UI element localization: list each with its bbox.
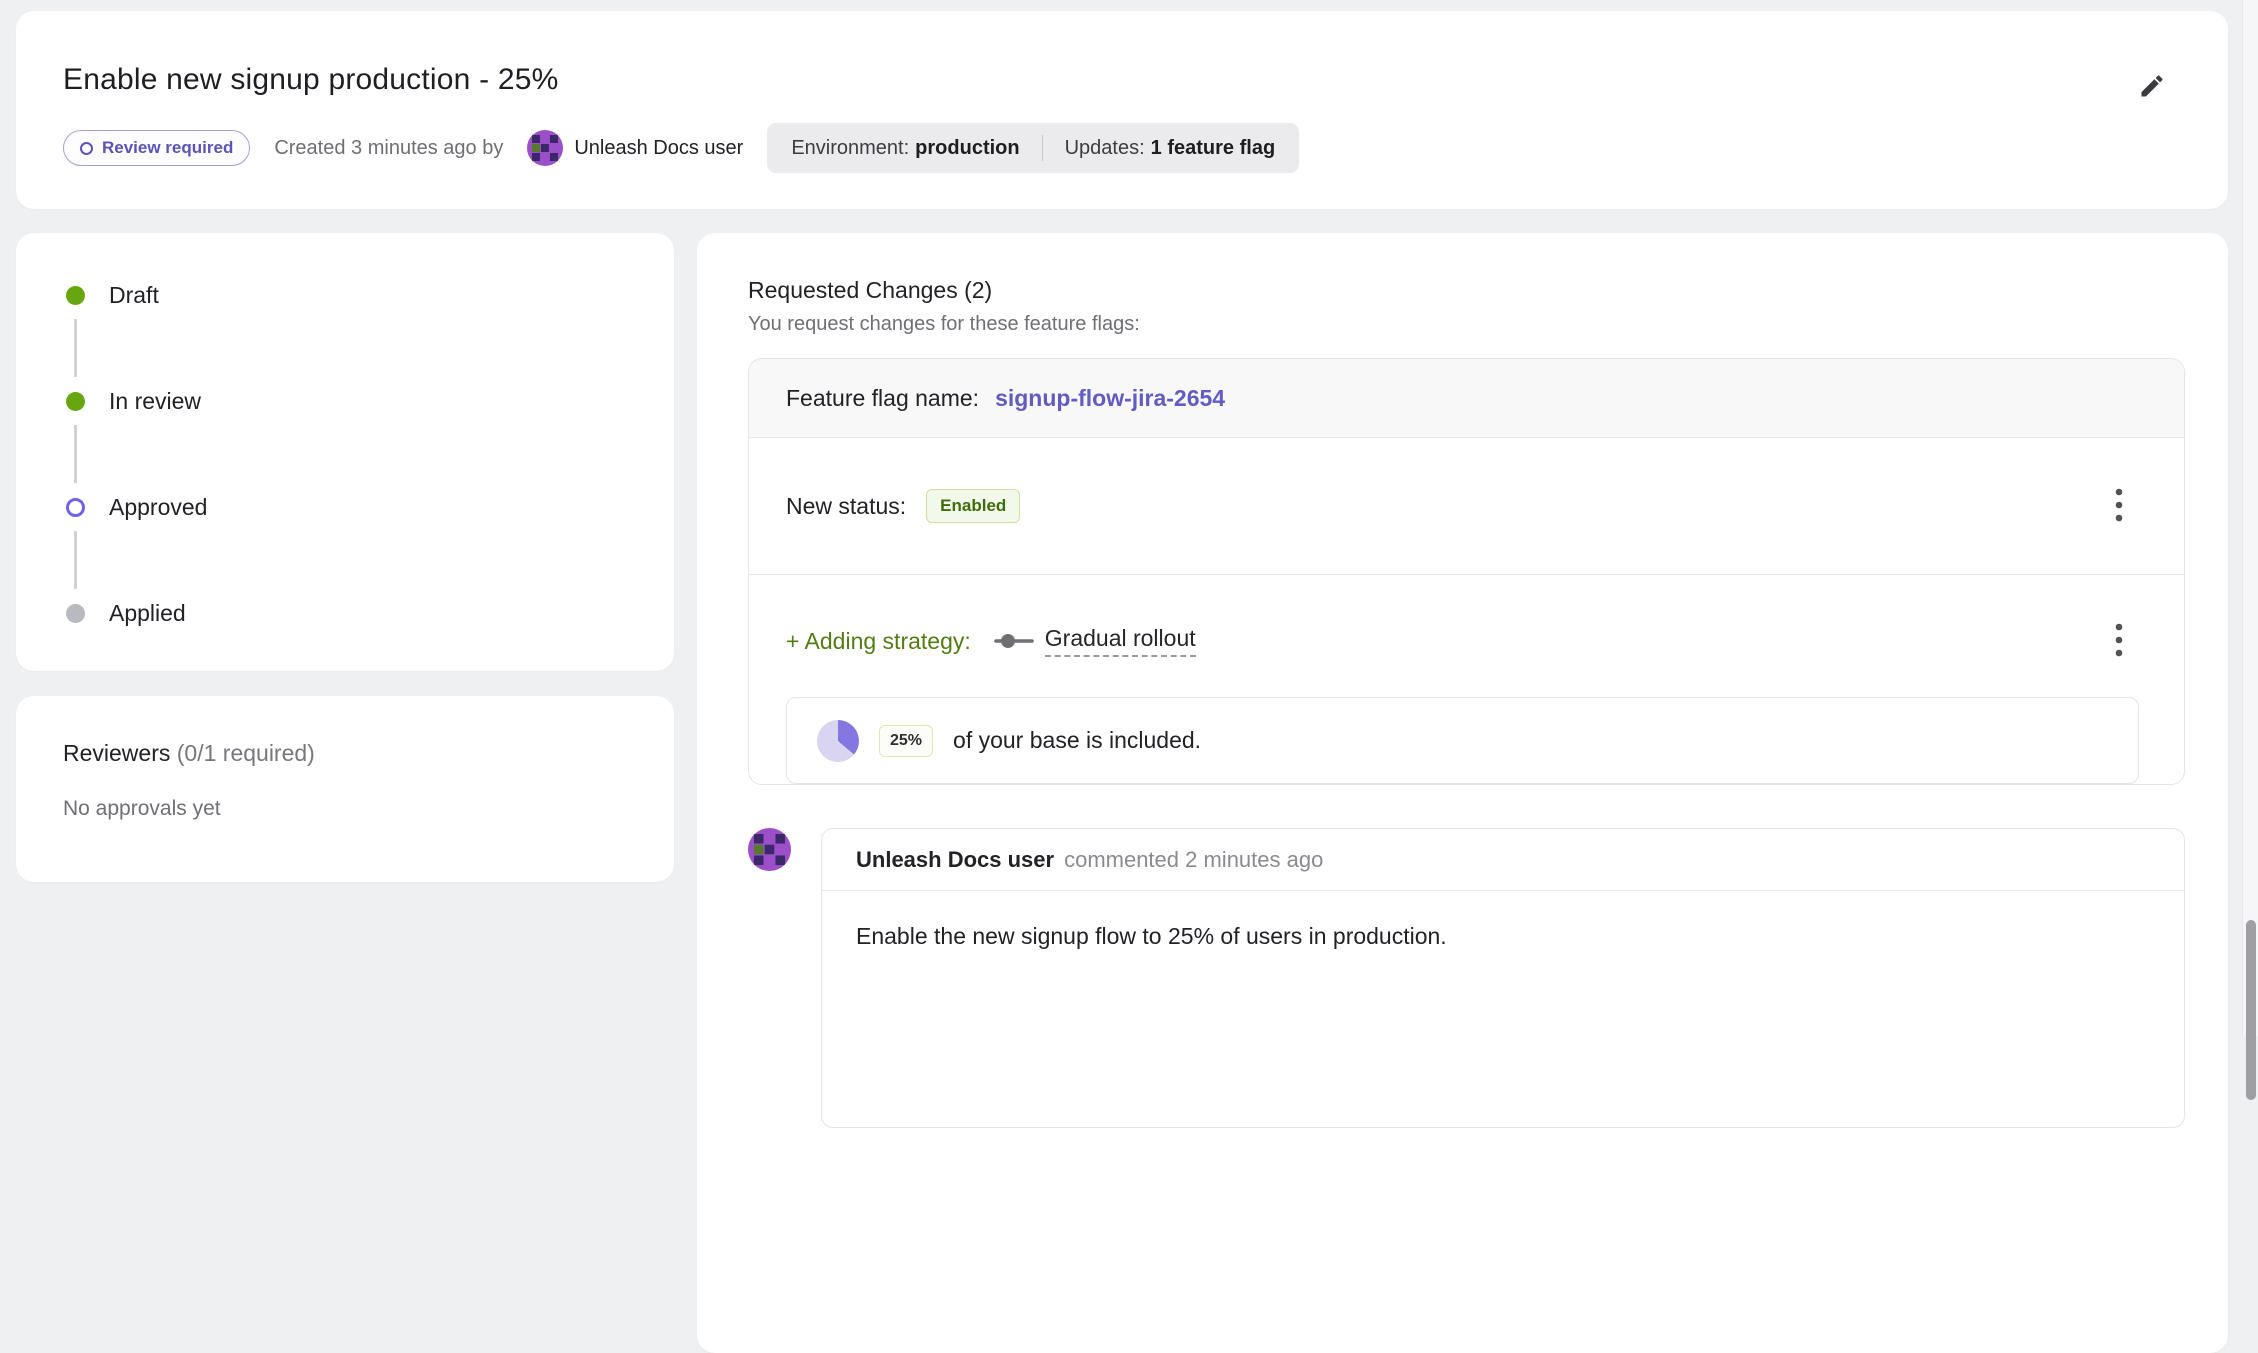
vertical-divider [1042, 135, 1043, 161]
author-name: Unleash Docs user [574, 137, 743, 160]
strategy-name-link[interactable]: Gradual rollout [1045, 625, 1196, 657]
timeline-step-label: In review [109, 388, 201, 415]
new-status-label: New status: [786, 493, 906, 520]
step-pending-dot-icon [66, 604, 85, 623]
rollout-percentage-badge: 25% [879, 725, 933, 757]
flag-header-row: Feature flag name: signup-flow-jira-2654 [749, 359, 2184, 438]
created-text: Created 3 minutes ago by [274, 137, 503, 160]
timeline-step-approved: Approved [66, 493, 674, 521]
step-done-dot-icon [66, 286, 85, 305]
environment-label: Environment: [791, 137, 909, 159]
kebab-icon [2115, 488, 2123, 525]
strategy-section: + Adding strategy: Gradual rollout 25% o… [749, 575, 2184, 784]
requested-changes-subtitle: You request changes for these feature fl… [748, 313, 2185, 336]
author-group: Unleash Docs user [527, 130, 743, 166]
header-meta-row: Review required Created 3 minutes ago by… [63, 123, 2168, 173]
comment-box: Unleash Docs user commented 2 minutes ag… [821, 828, 2185, 1128]
circle-outline-icon [80, 142, 93, 155]
comment-author-name: Unleash Docs user [856, 847, 1054, 873]
review-status-label: Review required [102, 138, 233, 158]
comment-header: Unleash Docs user commented 2 minutes ag… [822, 829, 2184, 891]
new-status-row: New status: Enabled [749, 438, 2184, 575]
step-done-dot-icon [66, 392, 85, 411]
flag-name-link[interactable]: signup-flow-jira-2654 [995, 385, 1225, 412]
scrollbar-thumb[interactable] [2246, 920, 2256, 1100]
comment-timestamp: commented 2 minutes ago [1064, 847, 1323, 873]
timeline-step-in-review: In review [66, 387, 674, 415]
strategy-label-row: + Adding strategy: Gradual rollout [786, 619, 2139, 663]
reviewers-heading: Reviewers [63, 740, 170, 766]
no-approvals-text: No approvals yet [63, 797, 634, 821]
comment-row: Unleash Docs user commented 2 minutes ag… [748, 828, 2185, 1128]
timeline-step-label: Draft [109, 282, 159, 309]
requested-changes-card: Requested Changes (2) You request change… [697, 233, 2228, 1353]
enabled-status-badge: Enabled [926, 489, 1020, 523]
timeline-connector [74, 319, 77, 377]
environment-summary-box: Environment: production Updates: 1 feature… [767, 123, 1299, 173]
environment-value: production [915, 137, 1019, 159]
flag-name-label: Feature flag name: [786, 385, 979, 412]
gradual-rollout-icon [993, 630, 1035, 652]
updates-value: 1 feature flag [1151, 137, 1275, 159]
status-kebab-menu-button[interactable] [2099, 484, 2139, 528]
timeline-step-label: Applied [109, 600, 186, 627]
rollout-description-text: of your base is included. [953, 727, 1201, 754]
edit-title-button[interactable] [2130, 65, 2174, 109]
timeline-card: Draft In review Approved Applied [16, 233, 674, 671]
timeline-step-label: Approved [109, 494, 207, 521]
reviewers-card: Reviewers (0/1 required) No approvals ye… [16, 696, 674, 882]
strategy-kebab-menu-button[interactable] [2099, 619, 2139, 663]
left-column: Draft In review Approved Applied Reviewe… [16, 233, 674, 882]
pencil-icon [2138, 72, 2166, 103]
change-request-header-card: Enable new signup production - 25% Revie… [16, 11, 2228, 209]
step-current-dot-icon [66, 498, 85, 517]
environment-item: Environment: production [791, 137, 1019, 160]
comment-body-text: Enable the new signup flow to 25% of use… [822, 891, 2184, 982]
comment-avatar [748, 828, 791, 871]
page-scrollbar [2242, 0, 2258, 1036]
timeline-connector [74, 531, 77, 589]
timeline-connector [74, 425, 77, 483]
requested-changes-title: Requested Changes (2) [748, 277, 2185, 304]
timeline-step-applied: Applied [66, 599, 674, 627]
timeline-step-draft: Draft [66, 281, 674, 309]
reviewers-title: Reviewers (0/1 required) [63, 740, 634, 767]
kebab-icon [2115, 623, 2123, 660]
feature-flag-change-box: Feature flag name: signup-flow-jira-2654… [748, 358, 2185, 785]
adding-strategy-label: + Adding strategy: [786, 628, 971, 655]
updates-label: Updates: [1065, 137, 1145, 159]
updates-item: Updates: 1 feature flag [1065, 137, 1276, 160]
review-status-badge: Review required [63, 130, 250, 166]
avatar [527, 130, 563, 166]
reviewers-requirement: (0/1 required) [177, 740, 315, 766]
page-title: Enable new signup production - 25% [63, 63, 2168, 97]
rollout-summary-box: 25% of your base is included. [786, 697, 2139, 784]
pie-chart-icon [817, 720, 859, 762]
